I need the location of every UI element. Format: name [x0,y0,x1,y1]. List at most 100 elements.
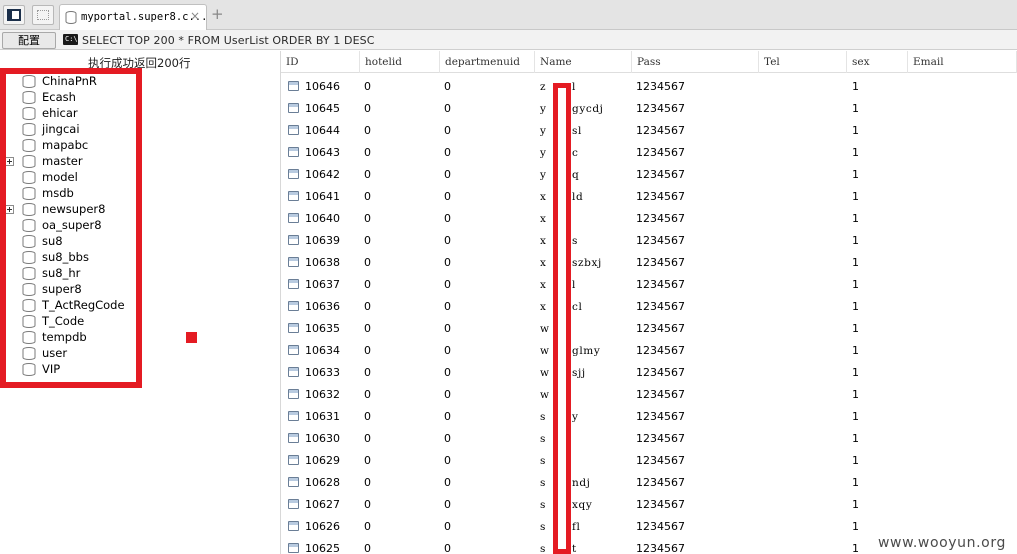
column-header-pass[interactable]: Pass [632,51,759,73]
cell-sex: 1 [852,212,859,225]
cell-id: 10634 [305,344,340,357]
cell-pass: 1234567 [636,476,685,489]
cell-pass: 1234567 [636,322,685,335]
cell-departmenuid: 0 [444,454,451,467]
cell-name: s [540,499,546,511]
column-header-name[interactable]: Name [535,51,632,73]
cell-departmenuid: 0 [444,124,451,137]
cell-id: 10633 [305,366,340,379]
cell-hotelid: 0 [364,168,371,181]
cell-id: 10637 [305,278,340,291]
table-row[interactable]: 10643 0 0 y c 1234567 1 [281,142,1017,164]
cell-departmenuid: 0 [444,278,451,291]
cell-departmenuid: 0 [444,498,451,511]
sql-query-input[interactable]: SELECT TOP 200 * FROM UserList ORDER BY … [82,34,375,47]
table-row[interactable]: 10631 0 0 s y 1234567 1 [281,406,1017,428]
table-row[interactable]: 10633 0 0 w sjj 1234567 1 [281,362,1017,384]
cell-name: w [540,345,550,357]
table-row[interactable]: 10632 0 0 w 1234567 1 [281,384,1017,406]
record-icon [288,367,299,377]
record-icon [288,125,299,135]
table-row[interactable]: 10640 0 0 x 1234567 1 [281,208,1017,230]
record-icon [288,279,299,289]
cell-departmenuid: 0 [444,366,451,379]
table-row[interactable]: 10644 0 0 y sl 1234567 1 [281,120,1017,142]
cell-name: y [540,169,547,181]
cell-pass: 1234567 [636,168,685,181]
cell-hotelid: 0 [364,498,371,511]
cell-hotelid: 0 [364,476,371,489]
cell-sex: 1 [852,102,859,115]
cell-name-suffix: xqy [572,499,593,511]
cell-pass: 1234567 [636,80,685,93]
column-header-email[interactable]: Email [908,51,1017,73]
cell-sex: 1 [852,432,859,445]
table-row[interactable]: 10627 0 0 s xqy 1234567 1 [281,494,1017,516]
cell-departmenuid: 0 [444,212,451,225]
table-row[interactable]: 10639 0 0 x s 1234567 1 [281,230,1017,252]
tab-close-icon[interactable]: × [190,9,200,23]
column-header-id[interactable]: ID [281,51,360,73]
cell-name: x [540,257,547,269]
cell-hotelid: 0 [364,344,371,357]
cell-pass: 1234567 [636,388,685,401]
cell-departmenuid: 0 [444,256,451,269]
cell-name: w [540,367,550,379]
table-row[interactable]: 10638 0 0 x szbxj 1234567 1 [281,252,1017,274]
cell-pass: 1234567 [636,344,685,357]
sidebar-toggle-button[interactable] [3,5,25,25]
cell-name-suffix: glmy [572,345,601,357]
cell-name: x [540,279,547,291]
cell-id: 10641 [305,190,340,203]
table-row[interactable]: 10628 0 0 s ndj 1234567 1 [281,472,1017,494]
cell-id: 10626 [305,520,340,533]
red-marker [186,332,197,343]
red-highlight-box [0,68,142,388]
cell-pass: 1234567 [636,454,685,467]
tab-label: myportal.super8.c... [81,11,208,23]
table-row[interactable]: 10637 0 0 x l 1234567 1 [281,274,1017,296]
table-row[interactable]: 10641 0 0 x ld 1234567 1 [281,186,1017,208]
grid-header: ID hotelid departmenuid Name Pass Tel sex Email [281,51,1017,73]
database-icon [65,11,77,24]
cell-departmenuid: 0 [444,322,451,335]
cell-sex: 1 [852,388,859,401]
cell-departmenuid: 0 [444,300,451,313]
cell-hotelid: 0 [364,146,371,159]
cell-departmenuid: 0 [444,410,451,423]
table-row[interactable]: 10635 0 0 w 1234567 1 [281,318,1017,340]
table-row[interactable]: 10630 0 0 s 1234567 1 [281,428,1017,450]
cell-name-suffix: szbxj [572,257,602,269]
cell-id: 10639 [305,234,340,247]
table-row[interactable]: 10629 0 0 s 1234567 1 [281,450,1017,472]
cell-departmenuid: 0 [444,168,451,181]
record-icon [288,455,299,465]
cell-name: w [540,323,550,335]
cell-name-suffix: s [572,235,578,247]
column-header-sex[interactable]: sex [847,51,908,73]
table-row[interactable]: 10642 0 0 y q 1234567 1 [281,164,1017,186]
cell-hotelid: 0 [364,256,371,269]
column-header-tel[interactable]: Tel [759,51,847,73]
config-button[interactable]: 配置 [2,32,56,49]
cell-pass: 1234567 [636,410,685,423]
cell-name: y [540,103,547,115]
table-row[interactable]: 10636 0 0 x cl 1234567 1 [281,296,1017,318]
cell-departmenuid: 0 [444,388,451,401]
cell-hotelid: 0 [364,212,371,225]
cell-pass: 1234567 [636,432,685,445]
cell-id: 10644 [305,124,340,137]
cell-sex: 1 [852,80,859,93]
cell-departmenuid: 0 [444,234,451,247]
table-row[interactable]: 10646 0 0 z l 1234567 1 [281,76,1017,98]
column-header-hotelid[interactable]: hotelid [360,51,440,73]
record-icon [288,169,299,179]
cell-name: x [540,235,547,247]
table-row[interactable]: 10645 0 0 y gycdj 1234567 1 [281,98,1017,120]
window-button[interactable] [32,5,54,25]
new-tab-button[interactable]: + [211,5,224,23]
cell-pass: 1234567 [636,366,685,379]
table-row[interactable]: 10634 0 0 w glmy 1234567 1 [281,340,1017,362]
connection-tab[interactable]: myportal.super8.c... × [59,4,207,30]
column-header-departmenuid[interactable]: departmenuid [440,51,535,73]
